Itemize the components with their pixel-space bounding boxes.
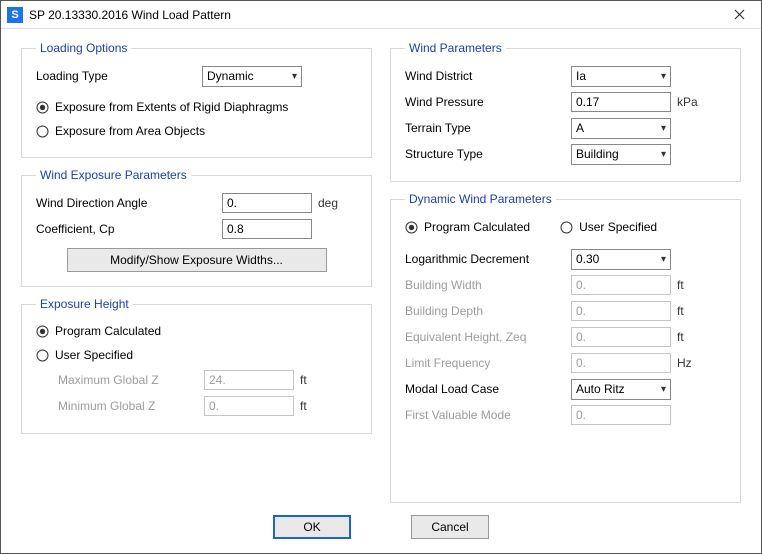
- input-building-depth: [571, 301, 671, 321]
- select-log-decrement[interactable]: 0.30 ▾: [571, 249, 671, 270]
- unit-wind-angle: deg: [318, 196, 348, 210]
- chevron-down-icon: ▾: [292, 71, 297, 82]
- close-button[interactable]: [719, 1, 759, 28]
- legend-dynamic-wind: Dynamic Wind Parameters: [405, 192, 556, 206]
- radio-exposure-area-label: Exposure from Area Objects: [55, 124, 205, 138]
- input-limit-frequency: [571, 353, 671, 373]
- legend-exposure-height: Exposure Height: [36, 297, 133, 311]
- radio-unselected-icon: [36, 349, 49, 362]
- label-terrain-type: Terrain Type: [405, 121, 565, 135]
- input-building-width: [571, 275, 671, 295]
- input-wind-pressure[interactable]: [571, 92, 671, 112]
- unit-building-depth: ft: [677, 304, 707, 318]
- radio-height-user-specified-label: User Specified: [55, 348, 133, 362]
- select-log-decrement-value: 0.30: [576, 252, 599, 266]
- input-min-global-z: [204, 396, 294, 416]
- radio-exposure-extents[interactable]: Exposure from Extents of Rigid Diaphragm…: [36, 95, 357, 119]
- close-icon: [734, 9, 745, 20]
- label-equiv-height: Equivalent Height, Zeq: [405, 330, 565, 344]
- input-equiv-height: [571, 327, 671, 347]
- group-wind-parameters: Wind Parameters Wind District Ia ▾ Wind …: [390, 41, 741, 182]
- window-title: SP 20.13330.2016 Wind Load Pattern: [29, 8, 719, 22]
- button-modify-exposure-widths-label: Modify/Show Exposure Widths...: [110, 253, 283, 267]
- select-loading-type[interactable]: Dynamic ▾: [202, 66, 302, 87]
- radio-height-user-specified[interactable]: User Specified: [36, 343, 357, 367]
- radio-unselected-icon: [36, 125, 49, 138]
- select-wind-district-value: Ia: [576, 69, 586, 83]
- unit-building-width: ft: [677, 278, 707, 292]
- label-limit-frequency: Limit Frequency: [405, 356, 565, 370]
- select-modal-load-case-value: Auto Ritz: [576, 382, 625, 396]
- label-log-decrement: Logarithmic Decrement: [405, 252, 565, 266]
- label-max-global-z: Maximum Global Z: [58, 373, 198, 387]
- ok-button[interactable]: OK: [273, 515, 351, 539]
- select-modal-load-case[interactable]: Auto Ritz ▾: [571, 379, 671, 400]
- radio-dyn-user-specified-label: User Specified: [579, 220, 657, 234]
- cancel-button[interactable]: Cancel: [411, 515, 489, 539]
- radio-selected-icon: [36, 101, 49, 114]
- label-coefficient-cp: Coefficient, Cp: [36, 222, 216, 236]
- label-modal-load-case: Modal Load Case: [405, 382, 565, 396]
- cancel-button-label: Cancel: [431, 520, 468, 534]
- button-modify-exposure-widths[interactable]: Modify/Show Exposure Widths...: [67, 248, 327, 272]
- select-loading-type-value: Dynamic: [207, 69, 254, 83]
- legend-wind-exposure: Wind Exposure Parameters: [36, 168, 191, 182]
- select-structure-type-value: Building: [576, 147, 619, 161]
- radio-dyn-user-specified[interactable]: User Specified: [560, 215, 657, 239]
- input-first-mode: [571, 405, 671, 425]
- chevron-down-icon: ▾: [661, 149, 666, 160]
- radio-dyn-program-calc-label: Program Calculated: [424, 220, 530, 234]
- label-loading-type: Loading Type: [36, 69, 196, 83]
- select-structure-type[interactable]: Building ▾: [571, 144, 671, 165]
- chevron-down-icon: ▾: [661, 384, 666, 395]
- dialog-content: Loading Options Loading Type Dynamic ▾ E…: [1, 29, 761, 553]
- label-min-global-z: Minimum Global Z: [58, 399, 198, 413]
- unit-limit-frequency: Hz: [677, 356, 707, 370]
- group-dynamic-wind: Dynamic Wind Parameters Program Calculat…: [390, 192, 741, 503]
- app-icon: S: [7, 7, 23, 23]
- unit-min-global-z: ft: [300, 399, 330, 413]
- unit-max-global-z: ft: [300, 373, 330, 387]
- select-terrain-type-value: A: [576, 121, 584, 135]
- radio-selected-icon: [36, 325, 49, 338]
- label-building-width: Building Width: [405, 278, 565, 292]
- input-wind-angle[interactable]: [222, 193, 312, 213]
- radio-exposure-extents-label: Exposure from Extents of Rigid Diaphragm…: [55, 100, 288, 114]
- unit-wind-pressure: kPa: [677, 95, 707, 109]
- group-exposure-height: Exposure Height Program Calculated User …: [21, 297, 372, 434]
- ok-button-label: OK: [303, 520, 320, 534]
- chevron-down-icon: ▾: [661, 123, 666, 134]
- legend-wind-parameters: Wind Parameters: [405, 41, 506, 55]
- unit-equiv-height: ft: [677, 330, 707, 344]
- radio-height-program-calc[interactable]: Program Calculated: [36, 319, 357, 343]
- label-first-mode: First Valuable Mode: [405, 408, 565, 422]
- label-building-depth: Building Depth: [405, 304, 565, 318]
- select-terrain-type[interactable]: A ▾: [571, 118, 671, 139]
- label-structure-type: Structure Type: [405, 147, 565, 161]
- dialog-buttons: OK Cancel: [21, 503, 741, 545]
- label-wind-pressure: Wind Pressure: [405, 95, 565, 109]
- input-max-global-z: [204, 370, 294, 390]
- input-coefficient-cp[interactable]: [222, 219, 312, 239]
- radio-height-program-calc-label: Program Calculated: [55, 324, 161, 338]
- titlebar: S SP 20.13330.2016 Wind Load Pattern: [1, 1, 761, 29]
- label-wind-angle: Wind Direction Angle: [36, 196, 216, 210]
- group-loading-options: Loading Options Loading Type Dynamic ▾ E…: [21, 41, 372, 158]
- radio-unselected-icon: [560, 221, 573, 234]
- radio-dyn-program-calc[interactable]: Program Calculated: [405, 215, 530, 239]
- chevron-down-icon: ▾: [661, 254, 666, 265]
- dialog-window: S SP 20.13330.2016 Wind Load Pattern Loa…: [0, 0, 762, 554]
- radio-selected-icon: [405, 221, 418, 234]
- legend-loading-options: Loading Options: [36, 41, 131, 55]
- chevron-down-icon: ▾: [661, 71, 666, 82]
- radio-exposure-area[interactable]: Exposure from Area Objects: [36, 119, 357, 143]
- label-wind-district: Wind District: [405, 69, 565, 83]
- select-wind-district[interactable]: Ia ▾: [571, 66, 671, 87]
- group-wind-exposure: Wind Exposure Parameters Wind Direction …: [21, 168, 372, 287]
